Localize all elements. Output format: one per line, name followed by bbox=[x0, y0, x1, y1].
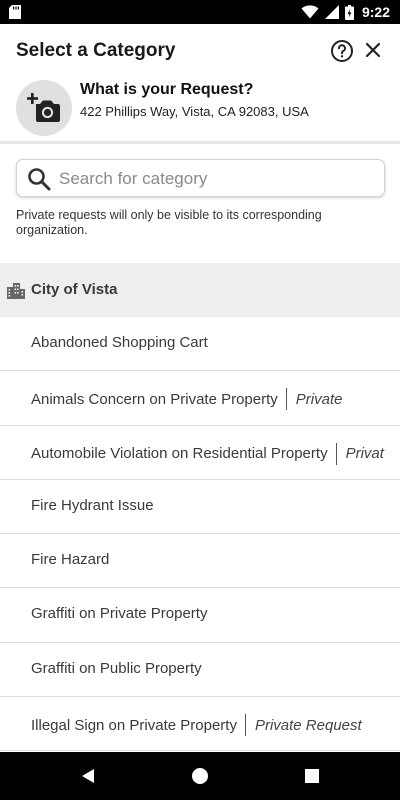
category-label: Abandoned Shopping Cart bbox=[31, 334, 208, 351]
home-icon[interactable] bbox=[192, 768, 208, 784]
navigation-bar bbox=[0, 752, 400, 800]
battery-icon bbox=[344, 4, 354, 20]
category-list: Abandoned Shopping Cart Animals Concern … bbox=[0, 317, 400, 752]
tag-divider bbox=[285, 388, 287, 411]
page-title: Select a Category bbox=[16, 40, 176, 61]
category-label: Fire Hazard bbox=[31, 551, 110, 569]
recents-icon[interactable] bbox=[305, 769, 319, 783]
request-title: What is your Request? bbox=[80, 81, 254, 98]
category-item-abandoned-shopping-cart[interactable]: Abandoned Shopping Cart bbox=[0, 317, 400, 372]
category-label: Graffiti on Public Property bbox=[31, 659, 202, 677]
organization-header: City of Vista bbox=[0, 263, 400, 317]
private-tag: Private bbox=[295, 390, 343, 408]
dialog-header: Select a Category What is your Request? … bbox=[0, 24, 400, 144]
category-item-fire-hazard[interactable]: Fire Hazard bbox=[0, 534, 400, 589]
category-label: Graffiti on Private Property bbox=[31, 605, 208, 623]
category-item-animals-concern[interactable]: Animals Concern on Private Property Priv… bbox=[0, 371, 400, 426]
category-label: Animals Concern on Private Property bbox=[31, 390, 278, 408]
search-box[interactable] bbox=[16, 159, 385, 197]
add-photo-icon bbox=[27, 93, 60, 122]
clock: 9:22 bbox=[361, 4, 390, 20]
tag-divider bbox=[335, 442, 337, 465]
search-icon bbox=[28, 168, 51, 191]
category-item-illegal-sign[interactable]: Illegal Sign on Private Property Private… bbox=[0, 697, 400, 752]
tag-divider bbox=[244, 714, 246, 737]
sd-card-icon bbox=[9, 5, 21, 19]
add-photo-button[interactable] bbox=[16, 80, 72, 136]
back-icon[interactable] bbox=[80, 768, 96, 784]
signal-icon bbox=[324, 5, 339, 19]
private-notice: Private requests will only be visible to… bbox=[16, 208, 322, 237]
search-input[interactable] bbox=[59, 164, 379, 194]
private-tag: Privat bbox=[345, 445, 384, 463]
status-bar: 9:22 bbox=[0, 0, 400, 24]
category-item-graffiti-public[interactable]: Graffiti on Public Property bbox=[0, 643, 400, 698]
organization-name: City of Vista bbox=[31, 281, 118, 298]
category-label: Fire Hydrant Issue bbox=[31, 496, 154, 514]
request-address: 422 Phillips Way, Vista, CA 92083, USA bbox=[80, 104, 309, 119]
wifi-icon bbox=[301, 5, 319, 19]
category-item-automobile-violation[interactable]: Automobile Violation on Residential Prop… bbox=[0, 426, 400, 480]
category-label: Illegal Sign on Private Property bbox=[31, 716, 237, 734]
help-icon[interactable] bbox=[330, 39, 354, 63]
category-item-graffiti-private[interactable]: Graffiti on Private Property bbox=[0, 588, 400, 643]
private-request-tag: Private Request bbox=[254, 716, 362, 734]
close-icon[interactable] bbox=[362, 39, 384, 61]
building-icon bbox=[7, 283, 25, 299]
category-item-fire-hydrant-issue[interactable]: Fire Hydrant Issue bbox=[0, 480, 400, 535]
category-label: Automobile Violation on Residential Prop… bbox=[31, 445, 328, 463]
